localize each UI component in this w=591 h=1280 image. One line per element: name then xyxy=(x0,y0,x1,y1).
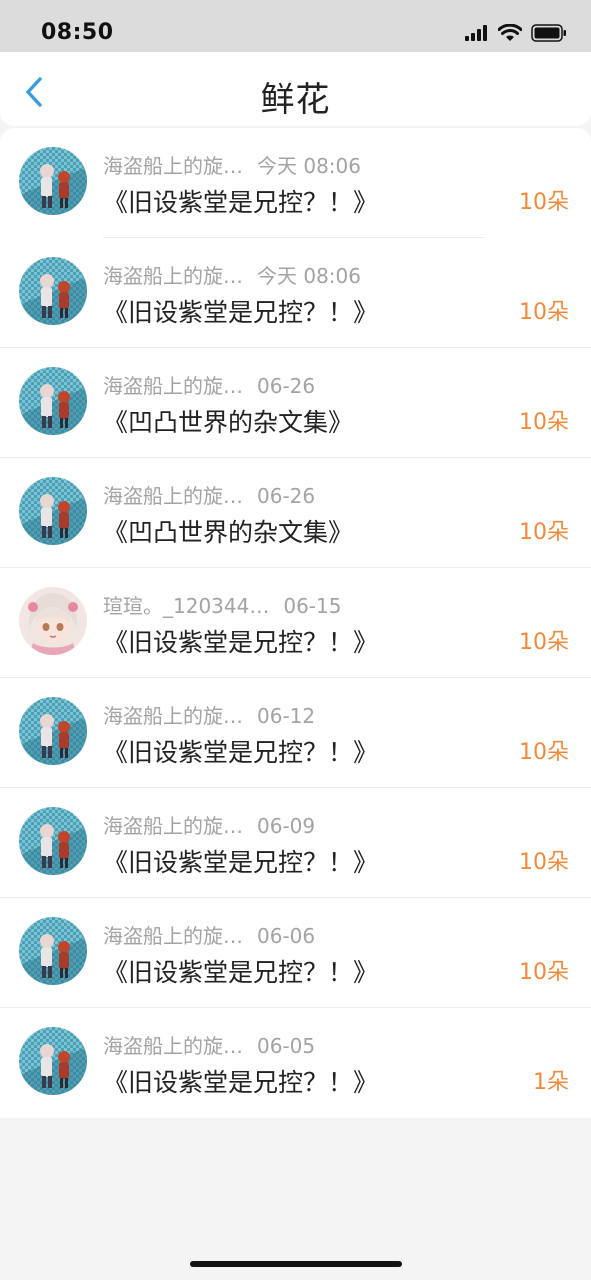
record-meta: 海盗船上的旋… 今天 08:06 xyxy=(103,260,361,289)
username: 海盗船上的旋… xyxy=(103,484,243,508)
timestamp: 今天 08:06 xyxy=(257,154,361,178)
list-item[interactable]: 海盗船上的旋… 今天 08:06 《旧设紫堂是兄控？！》 10朵 xyxy=(0,128,591,238)
list-item[interactable]: 海盗船上的旋… 06-05 《旧设紫堂是兄控？！》 1朵 xyxy=(0,1008,591,1118)
list-item[interactable]: 海盗船上的旋… 06-26 《凹凸世界的杂文集》 10朵 xyxy=(0,348,591,458)
username: 海盗船上的旋… xyxy=(103,264,243,288)
flower-record-list: 海盗船上的旋… 今天 08:06 《旧设紫堂是兄控？！》 10朵 海盗船上的旋… 今天 … xyxy=(0,128,591,1118)
username: 瑄瑄。_120344… xyxy=(103,594,270,618)
record-meta: 海盗船上的旋… 06-05 xyxy=(103,1030,315,1059)
timestamp: 06-26 xyxy=(257,374,316,398)
book-title: 《旧设紫堂是兄控？！》 xyxy=(103,958,379,987)
avatar[interactable] xyxy=(19,477,87,545)
list-item[interactable]: 海盗船上的旋… 06-09 《旧设紫堂是兄控？！》 10朵 xyxy=(0,788,591,898)
book-title: 《旧设紫堂是兄控？！》 xyxy=(103,1068,379,1097)
list-item[interactable]: 海盗船上的旋… 今天 08:06 《旧设紫堂是兄控？！》 10朵 xyxy=(0,238,591,348)
timestamp: 06-12 xyxy=(257,704,316,728)
avatar[interactable] xyxy=(19,1027,87,1095)
avatar[interactable] xyxy=(19,807,87,875)
book-title: 《旧设紫堂是兄控？！》 xyxy=(103,298,379,327)
avatar[interactable] xyxy=(19,257,87,325)
flower-count: 10朵 xyxy=(519,410,569,435)
status-bar: 08:50 xyxy=(0,0,591,52)
page-title: 鲜花 xyxy=(260,80,331,120)
record-meta: 海盗船上的旋… 06-26 xyxy=(103,480,315,509)
timestamp: 06-15 xyxy=(283,594,342,618)
avatar[interactable] xyxy=(19,917,87,985)
username: 海盗船上的旋… xyxy=(103,154,243,178)
signal-icon xyxy=(465,25,487,41)
flower-count: 10朵 xyxy=(519,740,569,765)
status-icons xyxy=(465,24,567,42)
username: 海盗船上的旋… xyxy=(103,924,243,948)
flower-count: 10朵 xyxy=(519,850,569,875)
timestamp: 06-06 xyxy=(257,924,316,948)
book-title: 《旧设紫堂是兄控？！》 xyxy=(103,848,379,877)
timestamp: 今天 08:06 xyxy=(257,264,361,288)
username: 海盗船上的旋… xyxy=(103,814,243,838)
flower-count: 10朵 xyxy=(519,960,569,985)
record-meta: 瑄瑄。_120344… 06-15 xyxy=(103,590,341,619)
book-title: 《凹凸世界的杂文集》 xyxy=(103,518,354,547)
book-title: 《凹凸世界的杂文集》 xyxy=(103,408,354,437)
record-meta: 海盗船上的旋… 06-09 xyxy=(103,810,315,839)
record-meta: 海盗船上的旋… 06-06 xyxy=(103,920,315,949)
flower-count: 10朵 xyxy=(519,300,569,325)
nav-bar: 鲜花 xyxy=(0,52,591,126)
book-title: 《旧设紫堂是兄控？！》 xyxy=(103,188,379,217)
avatar[interactable] xyxy=(19,367,87,435)
home-indicator[interactable] xyxy=(190,1261,402,1267)
username: 海盗船上的旋… xyxy=(103,1034,243,1058)
book-title: 《旧设紫堂是兄控？！》 xyxy=(103,628,379,657)
list-item[interactable]: 海盗船上的旋… 06-06 《旧设紫堂是兄控？！》 10朵 xyxy=(0,898,591,1008)
flower-count: 10朵 xyxy=(519,630,569,655)
avatar[interactable] xyxy=(19,147,87,215)
username: 海盗船上的旋… xyxy=(103,374,243,398)
timestamp: 06-26 xyxy=(257,484,316,508)
timestamp: 06-09 xyxy=(257,814,316,838)
list-item[interactable]: 海盗船上的旋… 06-12 《旧设紫堂是兄控？！》 10朵 xyxy=(0,678,591,788)
avatar[interactable] xyxy=(19,587,87,655)
record-meta: 海盗船上的旋… 06-26 xyxy=(103,370,315,399)
status-time: 08:50 xyxy=(41,20,114,45)
username: 海盗船上的旋… xyxy=(103,704,243,728)
record-meta: 海盗船上的旋… 06-12 xyxy=(103,700,315,729)
timestamp: 06-05 xyxy=(257,1034,316,1058)
flower-count: 1朵 xyxy=(533,1070,569,1095)
flower-count: 10朵 xyxy=(519,190,569,215)
list-item[interactable]: 海盗船上的旋… 06-26 《凹凸世界的杂文集》 10朵 xyxy=(0,458,591,568)
wifi-icon xyxy=(498,24,522,41)
list-item[interactable]: 瑄瑄。_120344… 06-15 《旧设紫堂是兄控？！》 10朵 xyxy=(0,568,591,678)
avatar[interactable] xyxy=(19,697,87,765)
record-meta: 海盗船上的旋… 今天 08:06 xyxy=(103,150,361,179)
flower-count: 10朵 xyxy=(519,520,569,545)
battery-icon xyxy=(531,24,566,42)
book-title: 《旧设紫堂是兄控？！》 xyxy=(103,738,379,767)
